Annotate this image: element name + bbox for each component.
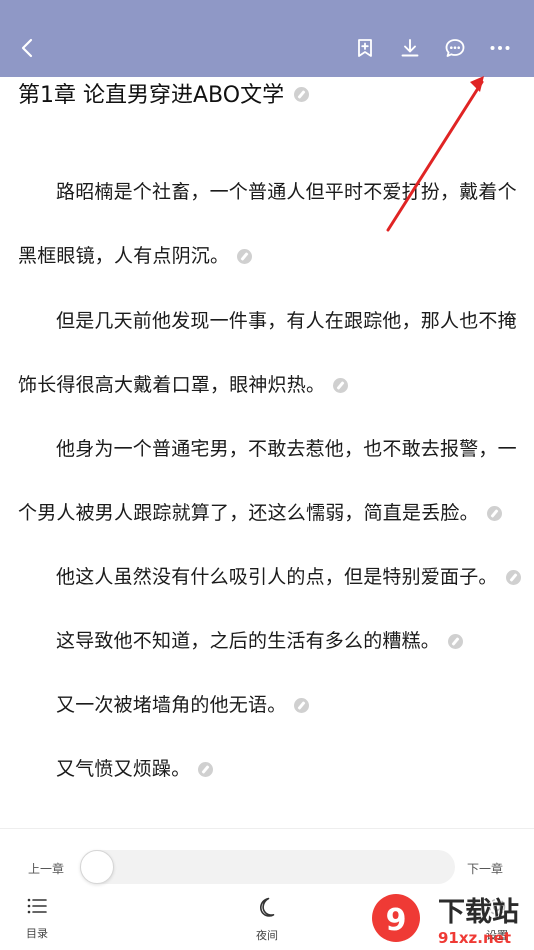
moon-icon (260, 897, 275, 917)
site-watermark: 9 下载站 91xz.net (372, 894, 519, 947)
add-bookmark-button[interactable] (347, 30, 383, 66)
top-toolbar (0, 0, 534, 77)
edit-note-icon[interactable] (333, 378, 349, 393)
prev-chapter-button[interactable]: 上一章 (28, 860, 64, 877)
paragraph: 但是几天前他发现一件事，有人在跟踪他，那人也不掩饰长得很高大戴着口罩，眼神炽热。 (18, 289, 523, 417)
edit-note-icon[interactable] (237, 249, 253, 264)
paragraph-text: 他这人虽然没有什么吸引人的点，但是特别爱面子。 (56, 566, 498, 588)
chapter-progress-slider[interactable] (80, 850, 455, 884)
more-dots-icon (490, 46, 510, 50)
paragraph-text: 路昭楠是个社畜，一个普通人但平时不爱打扮，戴着个黑框眼镜，人有点阴沉。 (18, 181, 517, 267)
download-icon (401, 39, 419, 57)
tab-label: 目录 (26, 927, 48, 940)
comment-button[interactable] (437, 30, 473, 66)
download-button[interactable] (392, 30, 428, 66)
tab-table-of-contents[interactable]: 目录 (7, 895, 67, 941)
paragraph-text: 他身为一个普通宅男，不敢去惹他，也不敢去报警，一个男人被男人跟踪就算了，还这么懦… (18, 438, 517, 524)
svg-text:9: 9 (386, 903, 407, 938)
paragraph: 路昭楠是个社畜，一个普通人但平时不爱打扮，戴着个黑框眼镜，人有点阴沉。 (18, 160, 523, 288)
edit-note-icon[interactable] (448, 634, 464, 649)
bookmark-add-icon (358, 39, 372, 57)
tab-night-mode[interactable]: 夜间 (237, 895, 297, 943)
paragraph: 又一次被堵墙角的他无语。 (18, 673, 523, 737)
reading-content: 路昭楠是个社畜，一个普通人但平时不爱打扮，戴着个黑框眼镜，人有点阴沉。 但是几天… (18, 160, 523, 801)
watermark-sub: 91xz.net (438, 929, 511, 947)
paragraph-text: 但是几天前他发现一件事，有人在跟踪他，那人也不掩饰长得很高大戴着口罩，眼神炽热。 (18, 310, 517, 396)
paragraph: 他身为一个普通宅男，不敢去惹他，也不敢去报警，一个男人被男人跟踪就算了，还这么懦… (18, 417, 523, 545)
more-button[interactable] (482, 30, 518, 66)
next-chapter-button[interactable]: 下一章 (467, 860, 503, 877)
watermark-main: 下载站 (438, 897, 519, 928)
back-button[interactable] (10, 30, 46, 66)
edit-note-icon[interactable] (486, 506, 502, 521)
list-icon (27, 898, 47, 914)
edit-note-icon[interactable] (198, 762, 214, 777)
chapter-title-text: 第1章 论直男穿进ABO文学 (18, 83, 285, 108)
comment-bubble-icon (445, 39, 465, 57)
paragraph: 他这人虽然没有什么吸引人的点，但是特别爱面子。 (18, 545, 523, 609)
paragraph: 又气愤又烦躁。 (18, 737, 523, 801)
chevron-left-icon (21, 38, 33, 58)
paragraph-text: 又气愤又烦躁。 (56, 758, 191, 780)
chapter-title: 第1章 论直男穿进ABO文学 (18, 80, 310, 112)
paragraph-text: 又一次被堵墙角的他无语。 (56, 694, 287, 716)
edit-note-icon[interactable] (294, 86, 310, 102)
edit-note-icon[interactable] (505, 570, 521, 585)
progress-slider-thumb[interactable] (80, 850, 114, 884)
paragraph: 这导致他不知道，之后的生活有多么的糟糕。 (18, 609, 523, 673)
edit-note-icon[interactable] (294, 698, 310, 713)
tab-label: 夜间 (256, 929, 278, 942)
paragraph-text: 这导致他不知道，之后的生活有多么的糟糕。 (56, 630, 441, 652)
